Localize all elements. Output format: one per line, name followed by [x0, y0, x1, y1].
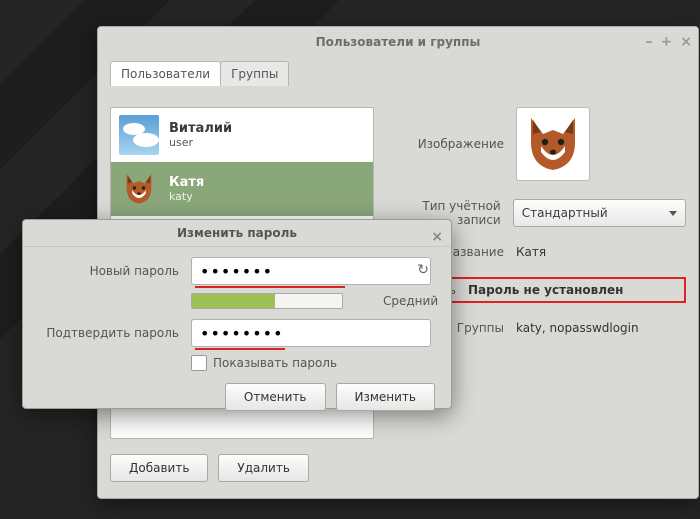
tab-groups[interactable]: Группы	[220, 61, 289, 86]
close-icon[interactable]: ×	[680, 27, 692, 57]
password-value[interactable]: Пароль не установлен	[468, 283, 623, 297]
regenerate-icon[interactable]: ↻	[417, 262, 429, 278]
confirm-password-input[interactable]	[191, 319, 431, 347]
apply-label: Изменить	[355, 390, 417, 404]
add-user-button[interactable]: Добавить	[110, 454, 208, 482]
strength-bar	[191, 293, 343, 309]
checkbox-icon	[191, 355, 207, 371]
show-password-label: Показывать пароль	[213, 356, 337, 370]
password-strength: Средний	[191, 293, 451, 309]
avatar	[119, 115, 159, 155]
tab-users[interactable]: Пользователи	[110, 61, 221, 86]
dialog-titlebar: Изменить пароль ×	[23, 220, 451, 247]
user-name: Виталий	[169, 121, 232, 136]
user-name: Катя	[169, 175, 204, 190]
account-type-value: Стандартный	[522, 206, 608, 220]
close-icon[interactable]: ×	[431, 224, 443, 250]
apply-button[interactable]: Изменить	[336, 383, 436, 411]
new-password-label: Новый пароль	[23, 264, 191, 278]
user-login: katy	[169, 190, 204, 203]
strength-fill	[192, 294, 275, 308]
tab-groups-label: Группы	[231, 67, 278, 81]
show-password-checkbox[interactable]: Показывать пароль	[191, 355, 451, 371]
name-value[interactable]: Катя	[516, 245, 546, 259]
groups-value[interactable]: katy, nopasswdlogin	[516, 321, 639, 335]
tab-users-label: Пользователи	[121, 67, 210, 81]
annotation-underline	[195, 348, 285, 350]
cancel-button[interactable]: Отменить	[225, 383, 326, 411]
add-button-label: Добавить	[129, 461, 189, 475]
change-password-dialog: Изменить пароль × Новый пароль ↻ Средний…	[22, 219, 452, 409]
image-label: Изображение	[394, 137, 516, 151]
user-row[interactable]: Катя katy	[111, 162, 373, 216]
new-password-input[interactable]	[191, 257, 431, 285]
cancel-label: Отменить	[244, 390, 307, 404]
strength-label: Средний	[383, 294, 438, 308]
avatar-large[interactable]	[516, 107, 590, 181]
chevron-down-icon	[669, 211, 677, 216]
delete-user-button[interactable]: Удалить	[218, 454, 309, 482]
minimize-icon[interactable]: –	[646, 27, 653, 57]
annotation-underline	[195, 286, 345, 288]
window-titlebar: Пользователи и группы – + ×	[98, 27, 698, 57]
dialog-title: Изменить пароль	[177, 226, 297, 240]
avatar	[119, 169, 159, 209]
confirm-password-label: Подтвердить пароль	[23, 326, 191, 340]
delete-button-label: Удалить	[237, 461, 290, 475]
account-type-select[interactable]: Стандартный	[513, 199, 686, 227]
maximize-icon[interactable]: +	[661, 27, 673, 57]
window-title: Пользователи и группы	[316, 35, 481, 49]
tabs: Пользователи Группы	[110, 61, 698, 86]
user-login: user	[169, 136, 232, 149]
user-row[interactable]: Виталий user	[111, 108, 373, 162]
